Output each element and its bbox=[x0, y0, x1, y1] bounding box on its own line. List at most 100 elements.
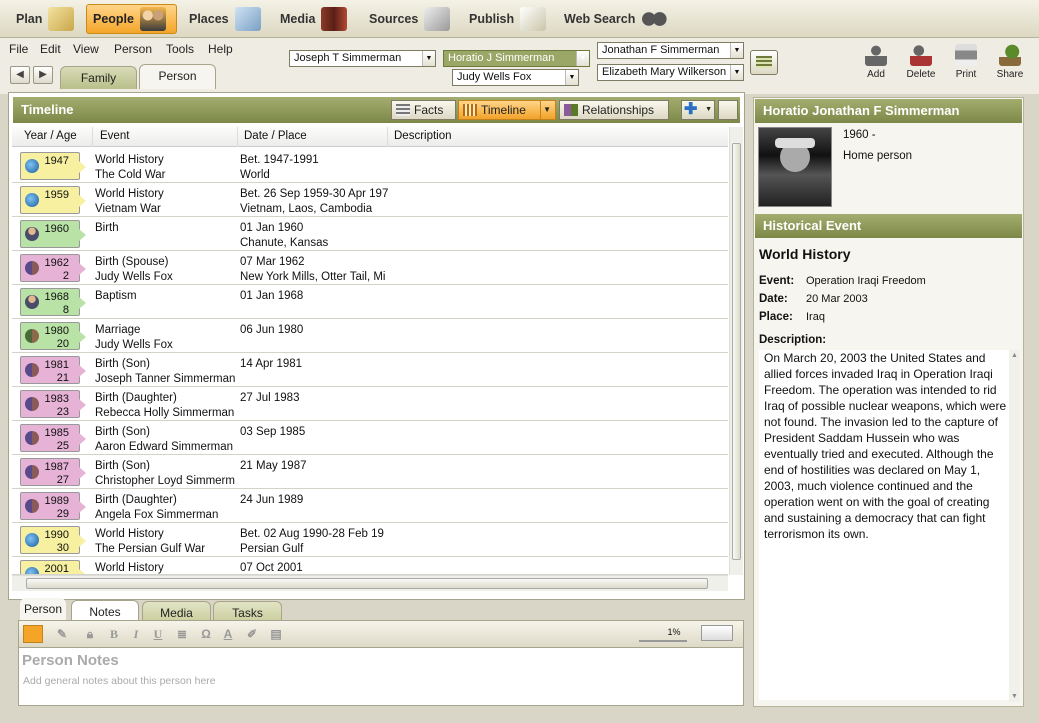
delete-button[interactable]: Delete bbox=[901, 44, 941, 80]
timeline-vertical-scrollbar[interactable] bbox=[729, 127, 743, 575]
table-row[interactable]: 1985 25 Birth (Son) Aaron Edward Simmerman 0… bbox=[12, 421, 728, 455]
tab-family[interactable]: Family bbox=[60, 66, 137, 89]
event-date: 07 Oct 2001 bbox=[240, 562, 303, 574]
date-place-cell: 24 Jun 1989 bbox=[240, 493, 388, 508]
selected-person-selector[interactable]: Horatio J Simmerman ▼ bbox=[443, 50, 590, 67]
event-detail: Aaron Edward Simmerman bbox=[95, 441, 234, 453]
child-selector[interactable]: Joseph T Simmerman ▼ bbox=[289, 50, 436, 67]
plus-icon: ✚ bbox=[684, 101, 698, 118]
event-type: Birth (Spouse) bbox=[95, 256, 169, 268]
personal-event-icon bbox=[25, 295, 39, 309]
add-button[interactable]: Add bbox=[856, 44, 896, 80]
family-group-button[interactable] bbox=[750, 50, 778, 75]
module-plan[interactable]: Plan bbox=[10, 4, 80, 34]
table-row[interactable]: 1962 2 Birth (Spouse) Judy Wells Fox 07 Mar … bbox=[12, 251, 728, 285]
table-row[interactable]: 1981 21 Birth (Son) Joseph Tanner Simmerman… bbox=[12, 353, 728, 387]
table-row[interactable]: 1989 29 Birth (Daughter) Angela Fox Simmerm… bbox=[12, 489, 728, 523]
person-photo[interactable] bbox=[758, 127, 832, 207]
module-publish[interactable]: Publish bbox=[463, 4, 552, 34]
module-media-label: Media bbox=[280, 12, 316, 26]
notes-placeholder[interactable]: Add general notes about this person here bbox=[23, 675, 216, 687]
table-row[interactable]: 2001 World History 07 Oct 2001 bbox=[12, 557, 728, 575]
table-row[interactable]: 1947 World History The Cold War Bet. 1947-1… bbox=[12, 149, 728, 183]
italic-icon[interactable]: I bbox=[129, 627, 143, 641]
module-sources[interactable]: Sources bbox=[363, 4, 456, 34]
person-notes-icon[interactable] bbox=[23, 625, 43, 643]
year-age-badge: 1981 21 bbox=[20, 356, 86, 384]
forward-button[interactable]: ▶ bbox=[33, 66, 53, 84]
event-detail: The Persian Gulf War bbox=[95, 543, 206, 555]
event-type: World History bbox=[95, 528, 164, 540]
share-button[interactable]: Share bbox=[990, 44, 1030, 80]
col-event[interactable]: Event bbox=[100, 130, 129, 142]
event-date: 27 Jul 1983 bbox=[240, 392, 300, 404]
date-place-cell: 14 Apr 1981 bbox=[240, 357, 388, 372]
chevron-down-icon: ▼ bbox=[565, 70, 578, 85]
menu-person[interactable]: Person bbox=[114, 42, 152, 56]
underline-icon[interactable]: U bbox=[151, 627, 165, 641]
timeline-title: Timeline bbox=[21, 102, 74, 117]
table-row[interactable]: 1968 8 Baptism 01 Jan 1968 bbox=[12, 285, 728, 319]
year-age-badge: 1959 bbox=[20, 186, 86, 214]
table-row[interactable]: 1983 23 Birth (Daughter) Rebecca Holly Simm… bbox=[12, 387, 728, 421]
age: 30 bbox=[56, 542, 69, 554]
module-web-search[interactable]: Web Search bbox=[558, 4, 673, 34]
table-row[interactable]: 1960 Birth 01 Jan 1960 Chanute, Kansas bbox=[12, 217, 728, 251]
event-type: Birth bbox=[95, 222, 119, 234]
family-event-icon bbox=[25, 431, 39, 445]
zoom-slider[interactable] bbox=[701, 625, 733, 641]
chevron-down-icon: ▼ bbox=[730, 43, 743, 58]
table-row[interactable]: 1987 27 Birth (Son) Christopher Loyd Simmer… bbox=[12, 455, 728, 489]
scroll-up-icon[interactable]: ▲ bbox=[1011, 352, 1018, 359]
plan-icon bbox=[48, 7, 75, 31]
table-row[interactable]: 1990 30 World History The Persian Gulf War B… bbox=[12, 523, 728, 557]
print-notes-icon[interactable]: ▤ bbox=[269, 627, 283, 641]
edit-notes-icon[interactable]: ✎ bbox=[55, 627, 69, 641]
module-people[interactable]: People bbox=[86, 4, 177, 34]
menu-file[interactable]: File bbox=[9, 42, 28, 56]
col-year-age[interactable]: Year / Age bbox=[24, 130, 77, 142]
age: 2 bbox=[62, 270, 69, 282]
facts-view-button[interactable]: Facts bbox=[391, 100, 456, 120]
menu-view[interactable]: View bbox=[73, 42, 99, 56]
print-button[interactable]: Print bbox=[946, 44, 986, 80]
scroll-thumb[interactable] bbox=[26, 578, 708, 589]
event-type: Baptism bbox=[95, 290, 137, 302]
module-media[interactable]: Media bbox=[274, 4, 353, 34]
relationships-view-button[interactable]: Relationships bbox=[559, 100, 669, 120]
scroll-thumb[interactable] bbox=[732, 143, 741, 560]
tab-person-bottom[interactable]: Person bbox=[20, 598, 66, 621]
back-button[interactable]: ◀ bbox=[10, 66, 30, 84]
date-place-cell: 07 Oct 2001 bbox=[240, 561, 388, 574]
event-cell: Marriage Judy Wells Fox bbox=[95, 323, 173, 353]
father-selector[interactable]: Jonathan F Simmerman ▼ bbox=[597, 42, 744, 59]
tab-person[interactable]: Person bbox=[139, 64, 216, 89]
font-color-icon[interactable]: A bbox=[221, 627, 235, 641]
menu-help[interactable]: Help bbox=[208, 42, 233, 56]
col-description[interactable]: Description bbox=[394, 130, 452, 142]
date-place-cell: Bet. 02 Aug 1990-28 Feb 19 Persian Gulf bbox=[240, 527, 388, 557]
description-scrollbar[interactable]: ▲ ▼ bbox=[1009, 350, 1020, 702]
table-row[interactable]: 1959 World History Vietnam War Bet. 26 Sep … bbox=[12, 183, 728, 217]
menu-edit[interactable]: Edit bbox=[40, 42, 61, 56]
mother-selector[interactable]: Elizabeth Mary Wilkerson ▼ bbox=[597, 64, 744, 81]
add-event-button[interactable]: ✚ ▼ bbox=[681, 100, 715, 120]
highlight-icon[interactable]: ✐ bbox=[245, 627, 259, 641]
event-cell: World History The Persian Gulf War bbox=[95, 527, 205, 557]
bold-icon[interactable]: B bbox=[107, 627, 121, 641]
timeline-view-button[interactable]: Timeline ▼ bbox=[458, 100, 556, 120]
col-date-place[interactable]: Date / Place bbox=[244, 130, 307, 142]
special-char-icon[interactable]: Ω bbox=[199, 627, 213, 641]
spouse-selector[interactable]: Judy Wells Fox ▼ bbox=[452, 69, 579, 86]
relationships-label: Relationships bbox=[582, 103, 655, 117]
menu-tools[interactable]: Tools bbox=[166, 42, 194, 56]
notes-title: Person Notes bbox=[22, 652, 119, 669]
lock-icon[interactable]: 🔒︎ bbox=[83, 627, 97, 641]
timeline-horizontal-scrollbar[interactable] bbox=[12, 575, 728, 591]
options-button[interactable] bbox=[718, 100, 738, 120]
event-cell: World History The Cold War bbox=[95, 153, 166, 183]
scroll-down-icon[interactable]: ▼ bbox=[1011, 693, 1018, 700]
table-row[interactable]: 1980 20 Marriage Judy Wells Fox 06 Jun 1980 bbox=[12, 319, 728, 353]
bullet-list-icon[interactable]: ≣ bbox=[175, 627, 189, 641]
module-places[interactable]: Places bbox=[183, 4, 267, 34]
